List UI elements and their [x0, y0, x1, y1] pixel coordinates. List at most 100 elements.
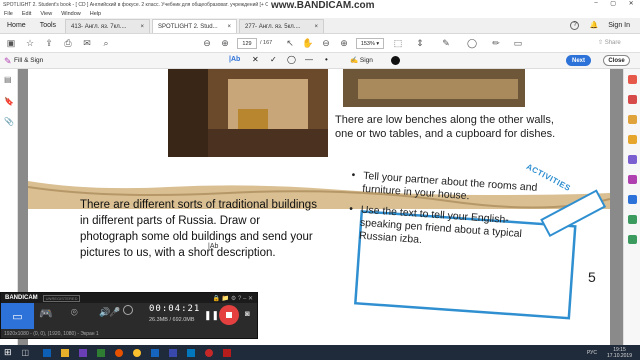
app-icon-blue[interactable] — [169, 348, 178, 357]
acrobat-reader-icon[interactable] — [223, 348, 232, 357]
bookmark-star-icon[interactable]: ☆ — [24, 37, 36, 49]
menu-help[interactable]: Help — [90, 11, 101, 17]
next-page-icon[interactable]: ⊕ — [219, 37, 231, 49]
app-icon-green[interactable] — [97, 348, 106, 357]
sign-label: Sign — [359, 57, 373, 64]
menu-bar: File Edit View Window Help — [0, 9, 640, 18]
close-tab-icon[interactable]: × — [141, 24, 145, 30]
sign-in-link[interactable]: Sign In — [608, 22, 630, 29]
combine-files-icon[interactable] — [628, 155, 637, 164]
bandicam-recorder-window[interactable]: BANDICAM UNREGISTERED 🔒 📁 ⚙ ? – ✕ ▭ 🎮 ⌾ … — [0, 292, 258, 339]
attachments-icon[interactable]: 📎 — [4, 117, 14, 126]
window-controls: – ▢ ✕ — [588, 0, 640, 9]
tab-home[interactable]: Home — [0, 17, 33, 33]
create-pdf-icon[interactable]: ▣ — [5, 37, 17, 49]
fill-sign-side-icon[interactable] — [628, 175, 637, 184]
right-tools-panel — [623, 69, 640, 345]
file-explorer-icon[interactable] — [61, 348, 70, 357]
edit-pdf-icon[interactable] — [628, 115, 637, 124]
zoom-select[interactable]: 153% ▾ — [356, 38, 384, 49]
email-icon[interactable]: ✉ — [81, 37, 93, 49]
previous-page-icon[interactable]: ⊖ — [201, 37, 213, 49]
zoom-value: 153% — [360, 40, 375, 47]
send-for-signature-icon[interactable] — [628, 195, 637, 204]
circle-tool-icon[interactable]: ◯ — [287, 55, 296, 64]
doc-tab-1[interactable]: 413- Англ. яз. 7кл.... × — [65, 19, 151, 33]
fit-page-icon[interactable]: ⬚ — [392, 37, 404, 49]
organize-pages-icon[interactable] — [628, 215, 637, 224]
fill-sign-toolbar: ✎ Fill & Sign |Ab ✕ ✓ ◯ — • ✍ Sign Next … — [0, 53, 640, 69]
fill-sign-icon: ✎ — [4, 56, 12, 66]
screen-mode-icon[interactable]: ▭ — [1, 303, 34, 329]
share-label: Share — [604, 40, 621, 46]
menu-window[interactable]: Window — [61, 11, 81, 17]
bandicam-window-controls[interactable]: 🔒 📁 ⚙ ? – ✕ — [213, 295, 257, 302]
zoom-in-icon[interactable]: ⊕ — [338, 37, 350, 49]
game-mode-icon[interactable]: 🎮 — [39, 307, 53, 320]
visual-studio-icon[interactable] — [79, 348, 88, 357]
fill-sign-icon[interactable]: ✎ — [440, 37, 452, 49]
sign-button[interactable]: ✍ Sign — [350, 56, 373, 64]
menu-edit[interactable]: Edit — [22, 11, 31, 17]
add-text-tool[interactable]: |Ab — [229, 56, 240, 63]
pause-button[interactable]: ❚❚ — [204, 310, 219, 321]
menu-view[interactable]: View — [40, 11, 52, 17]
search-icon[interactable]: ⌕ — [100, 37, 112, 49]
minimize-button[interactable]: – — [594, 0, 597, 9]
zoom-out-icon[interactable]: ⊖ — [320, 37, 332, 49]
next-button[interactable]: Next — [566, 55, 591, 66]
chrome-icon[interactable] — [133, 348, 142, 357]
menu-file[interactable]: File — [4, 11, 13, 17]
highlight-icon[interactable]: ▭ — [512, 37, 524, 49]
scroll-mode-icon[interactable]: ⇕ — [414, 37, 426, 49]
main-toolbar: ▣ ☆ ⇪ ⎙ ✉ ⌕ ⊖ ⊕ 129 / 167 ↖ ✋ ⊖ ⊕ 153% ▾… — [0, 34, 640, 53]
unregistered-badge: UNREGISTERED — [42, 294, 81, 302]
print-icon[interactable]: ⎙ — [62, 37, 74, 49]
dot-tool-icon[interactable]: • — [325, 55, 328, 64]
close-fill-sign-button[interactable]: Close — [603, 55, 630, 66]
close-tab-icon[interactable]: × — [228, 24, 232, 30]
upload-icon[interactable]: ⇪ — [43, 37, 55, 49]
create-pdf-icon[interactable] — [628, 95, 637, 104]
export-pdf-icon[interactable] — [628, 75, 637, 84]
comment-tool-icon[interactable] — [628, 135, 637, 144]
close-window-button[interactable]: ✕ — [629, 0, 634, 9]
recording-size: 26.3MB / 692.0MB — [149, 317, 195, 323]
windows-start-icon[interactable]: ⊞ — [4, 347, 12, 358]
skype-icon[interactable] — [187, 348, 196, 357]
page-number-input[interactable]: 129 — [237, 38, 257, 49]
edge-browser-icon[interactable] — [43, 348, 52, 357]
notification-bell-icon[interactable]: 🔔 — [589, 21, 598, 29]
bookmarks-icon[interactable]: 🔖 — [4, 97, 14, 106]
tab-tools[interactable]: Tools — [33, 17, 63, 33]
close-tab-icon[interactable]: × — [315, 24, 319, 30]
webcam-icon[interactable]: ⌾ — [71, 307, 78, 320]
maximize-button[interactable]: ▢ — [610, 0, 616, 9]
select-cursor-icon[interactable]: ↖ — [284, 37, 296, 49]
cross-mark-icon[interactable]: ✕ — [252, 55, 259, 64]
comment-icon[interactable]: ◯ — [466, 37, 478, 49]
doc-tab-2[interactable]: SPOTLIGHT 2. Stud... × — [152, 19, 238, 33]
stop-record-button[interactable] — [219, 305, 239, 325]
system-clock[interactable]: 19:15 17.10.2019 — [607, 347, 632, 359]
task-view-icon[interactable]: ◫ — [22, 348, 30, 357]
firefox-icon[interactable] — [115, 348, 124, 357]
help-icon[interactable]: ? — [570, 20, 580, 30]
microphone-icon[interactable]: 🎤 — [109, 307, 120, 318]
color-picker-icon[interactable] — [391, 56, 400, 65]
word-icon[interactable] — [151, 348, 160, 357]
line-tool-icon[interactable]: — — [305, 55, 313, 64]
bandicam-brand: BANDICAM — [5, 295, 38, 301]
screenshot-icon[interactable]: ◙ — [245, 309, 250, 318]
share-button[interactable]: ⇧ Share — [598, 39, 621, 46]
language-indicator[interactable]: РУС — [587, 350, 597, 356]
page-thumbnails-icon[interactable]: ▤ — [4, 75, 12, 84]
check-mark-icon[interactable]: ✓ — [270, 55, 277, 64]
hand-tool-icon[interactable]: ✋ — [302, 37, 314, 49]
more-tools-icon[interactable] — [628, 235, 637, 244]
bandicam-taskbar-icon[interactable] — [205, 348, 214, 357]
pen-icon[interactable]: ✏ — [490, 37, 502, 49]
doc-tab-3[interactable]: 277- Англ. яз. 5кл.... × — [239, 19, 325, 33]
windows-taskbar: ⊞ ◫ РУС 19:15 17.10.2019 — [0, 345, 640, 360]
doc-tab-label: 277- Англ. яз. 5кл.... — [245, 23, 301, 30]
